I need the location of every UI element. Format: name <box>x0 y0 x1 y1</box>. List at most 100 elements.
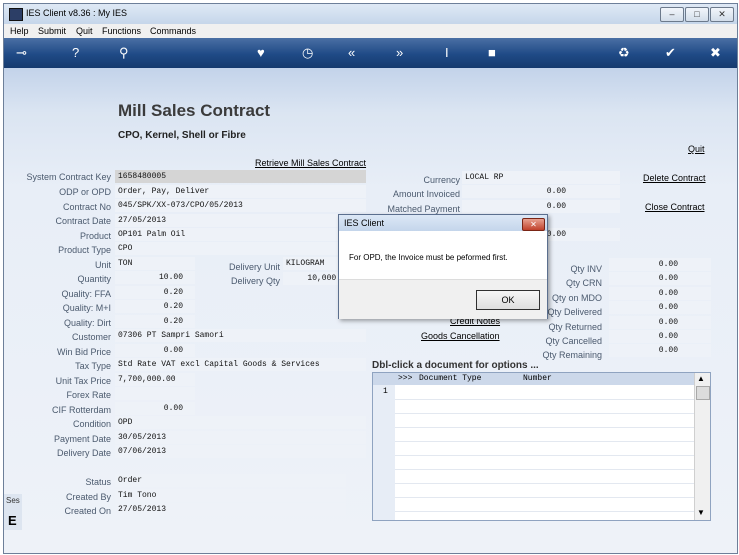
heart-icon[interactable]: ♥ <box>257 45 265 60</box>
grid-line <box>395 413 694 414</box>
quality-dirt-field[interactable]: 0.20 <box>115 315 195 328</box>
forex-rate-field[interactable] <box>115 387 195 400</box>
doc-grid-heading: Dbl-click a document for options ... <box>372 360 539 371</box>
check-icon[interactable]: ✔ <box>665 45 676 61</box>
document-grid[interactable]: >>> Document Type Number 1 ▲ ▼ <box>372 372 711 521</box>
grid-line <box>395 455 694 456</box>
field-label: Delivery Date <box>56 448 111 458</box>
app-icon <box>9 8 23 21</box>
menu-quit[interactable]: Quit <box>76 26 93 36</box>
product-type-field[interactable]: CPO <box>115 242 366 255</box>
amount-invoiced-field[interactable]: 0.00 <box>462 185 620 198</box>
cursor-icon[interactable]: I <box>445 45 449 60</box>
quality-mi-field[interactable]: 0.20 <box>115 300 195 313</box>
qty-remaining-field[interactable]: 0.00 <box>609 344 711 357</box>
dialog-close-button[interactable]: ✕ <box>522 218 545 231</box>
matched-payment-field[interactable]: 0.00 <box>462 200 620 213</box>
tax-type-field[interactable]: Std Rate VAT excl Capital Goods & Servic… <box>115 358 366 371</box>
help-icon[interactable]: ? <box>72 45 79 60</box>
menu-functions[interactable]: Functions <box>102 26 141 36</box>
close-contract-link[interactable]: Close Contract <box>645 202 705 212</box>
back-icon[interactable]: « <box>348 45 355 60</box>
qty-mdo-field[interactable]: 0.00 <box>609 287 711 300</box>
delivery-unit-field[interactable]: KILOGRAM <box>283 257 341 270</box>
qty-delivered-field[interactable]: 0.00 <box>609 301 711 314</box>
grid-col-marker: >>> <box>398 374 413 383</box>
grid-row-number: 1 <box>383 387 388 396</box>
grid-col-document-type[interactable]: Document Type <box>419 374 481 383</box>
menu-help[interactable]: Help <box>10 26 29 36</box>
field-label: Unit <box>94 260 111 270</box>
odp-opd-field[interactable]: Order, Pay, Deliver <box>115 185 366 198</box>
delivery-qty-field[interactable]: 10,000. <box>283 272 341 285</box>
grid-col-number[interactable]: Number <box>523 374 552 383</box>
product-field[interactable]: OP101 Palm Oil <box>115 228 366 241</box>
scroll-down-arrow-icon[interactable]: ▼ <box>697 508 705 517</box>
qty-crn-field[interactable]: 0.00 <box>609 272 711 285</box>
currency-field[interactable]: LOCAL RP <box>462 171 620 184</box>
delete-contract-link[interactable]: Delete Contract <box>643 173 706 183</box>
retrieve-contract-link[interactable]: Retrieve Mill Sales Contract <box>255 158 366 168</box>
close-icon[interactable]: ✖ <box>710 45 721 61</box>
grid-line <box>395 399 694 400</box>
field-label: Created On <box>64 506 111 516</box>
scroll-thumb[interactable] <box>696 386 710 400</box>
contract-date-field[interactable]: 27/05/2013 <box>115 214 366 227</box>
win-bid-price-field[interactable]: 0.00 <box>115 344 195 357</box>
grid-scrollbar[interactable]: ▲ ▼ <box>694 373 710 520</box>
condition-field[interactable]: OPD <box>115 416 366 429</box>
field-label: Unit Tax Price <box>55 376 111 386</box>
field-label: Product <box>79 231 111 241</box>
field-label: Quality: Dirt <box>63 318 111 328</box>
session-edge-label: Ses <box>6 496 20 505</box>
maximize-button[interactable]: □ <box>685 7 709 22</box>
menu-commands[interactable]: Commands <box>150 26 196 36</box>
created-by-field[interactable]: Tim Tono <box>115 489 346 502</box>
field-label: Quality: M+I <box>62 303 111 313</box>
qty-inv-field[interactable]: 0.00 <box>609 258 711 271</box>
contract-no-field[interactable]: 045/SPK/XX-073/CPO/05/2013 <box>115 199 366 212</box>
created-on-field[interactable]: 27/05/2013 <box>115 503 346 516</box>
square-icon[interactable]: ■ <box>488 45 496 60</box>
customer-field[interactable]: 07306 PT Sampri Samori <box>115 329 366 342</box>
unit-tax-price-field[interactable]: 7,700,000.00 <box>115 373 195 386</box>
quality-ffa-field[interactable]: 0.20 <box>115 286 195 299</box>
menu-submit[interactable]: Submit <box>38 26 66 36</box>
field-label: Product Type <box>58 245 111 255</box>
clock-icon[interactable]: ◷ <box>302 45 313 61</box>
scroll-up-arrow-icon[interactable]: ▲ <box>697 374 705 383</box>
field-label: Contract Date <box>55 216 111 226</box>
quit-link[interactable]: Quit <box>688 144 705 154</box>
recycle-icon[interactable]: ♻ <box>618 45 630 61</box>
unit-field[interactable]: TON <box>115 257 195 270</box>
qty-returned-field[interactable]: 0.00 <box>609 316 711 329</box>
cif-rotterdam-field[interactable]: 0.00 <box>115 402 195 415</box>
search-icon[interactable]: ⚲ <box>119 45 129 61</box>
field-label: Condition <box>72 419 111 429</box>
field-label: Win Bid Price <box>56 347 111 357</box>
field-label: Status <box>85 477 111 487</box>
field-label: CIF Rotterdam <box>51 405 111 415</box>
goods-cancellation-link[interactable]: Goods Cancellation <box>421 331 500 341</box>
field-label: Forex Rate <box>66 390 111 400</box>
status-field[interactable]: Order <box>115 474 346 487</box>
delivery-unit-label: Delivery Unit <box>228 262 280 272</box>
delivery-date-field[interactable]: 07/06/2013 <box>115 445 366 458</box>
close-window-button[interactable]: ✕ <box>710 7 734 22</box>
grid-line <box>395 469 694 470</box>
minimize-button[interactable]: – <box>660 7 684 22</box>
quantity-field[interactable]: 10.00 <box>115 271 195 284</box>
dialog-message: For OPD, the Invoice must be peformed fi… <box>349 253 508 262</box>
field-label: System Contract Key <box>26 172 111 182</box>
title-bar: IES Client v8.36 : My IES – □ ✕ <box>4 4 737 24</box>
forward-icon[interactable]: » <box>396 45 403 60</box>
delivery-qty-label: Delivery Qty <box>230 276 280 286</box>
qty-label: Qty Returned <box>548 322 602 332</box>
ok-button[interactable]: OK <box>476 290 540 310</box>
qty-label: Qty Remaining <box>542 350 602 360</box>
qty-cancelled-field[interactable]: 0.00 <box>609 330 711 343</box>
payment-date-field[interactable]: 30/05/2013 <box>115 431 366 444</box>
dialog-title: IES Client <box>344 218 385 228</box>
system-contract-key-field[interactable]: 1658480005 <box>115 170 366 183</box>
key-icon[interactable]: ⊸ <box>16 45 27 61</box>
